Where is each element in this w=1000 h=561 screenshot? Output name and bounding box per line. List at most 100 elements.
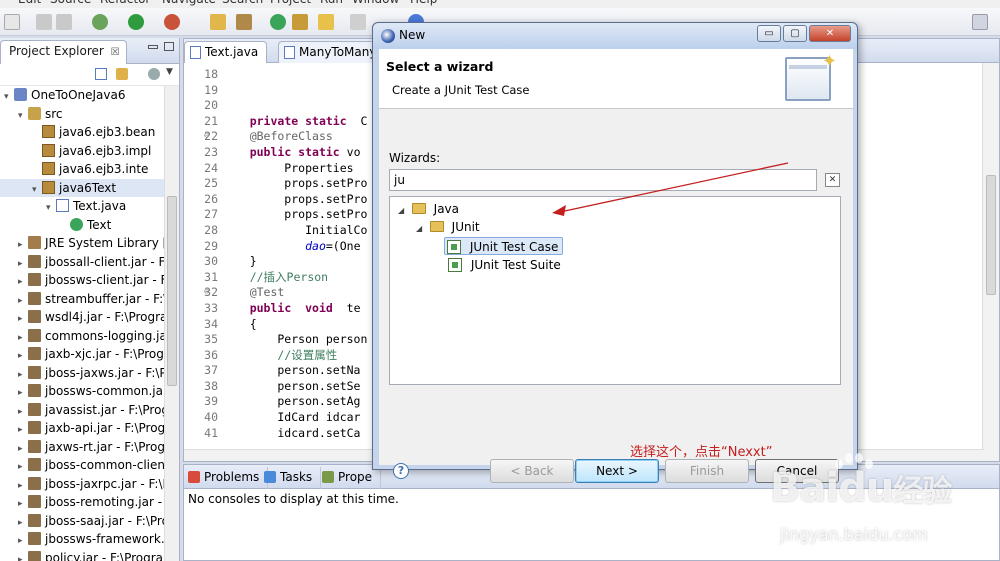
expand-twisty-icon[interactable]: ◢ xyxy=(416,220,426,238)
close-button[interactable]: ✕ xyxy=(809,25,851,42)
menu-item-navigate[interactable]: Navigate xyxy=(162,0,216,6)
maximize-view-icon[interactable] xyxy=(164,42,174,51)
jar-icon xyxy=(28,310,41,323)
minimize-button[interactable]: ▭ xyxy=(757,25,781,42)
tree-item[interactable]: ▸ jboss-jaxrpc.jar - F:\Pr xyxy=(0,475,165,494)
scrollbar-thumb[interactable] xyxy=(167,196,177,386)
tree-item[interactable]: ▾ java6Text xyxy=(0,178,165,197)
tree-item[interactable]: Text xyxy=(0,216,165,235)
tree-item[interactable]: ▸ jboss-jaxws.jar - F:\Pr xyxy=(0,364,165,383)
new-java-project-icon[interactable] xyxy=(210,14,226,30)
tree-item-label: wsdl4j.jar - F:\Prograr xyxy=(45,310,165,324)
tree-item[interactable]: ▸ policy.jar - F:\Program xyxy=(0,549,165,561)
menu-item-help[interactable]: Help xyxy=(410,0,437,6)
tree-item[interactable]: ▸ jboss-saaj.jar - F:\Pro xyxy=(0,512,165,531)
tree-item[interactable]: ▾ Text.java xyxy=(0,197,165,216)
tree-item[interactable]: java6.ejb3.inte xyxy=(0,160,165,179)
close-icon[interactable]: ☒ xyxy=(111,47,120,58)
finish-button[interactable]: Finish xyxy=(665,459,749,483)
tree-item[interactable]: ▸ javassist.jar - F:\Progr xyxy=(0,401,165,420)
help-icon[interactable]: ? xyxy=(393,463,409,479)
open-type-icon[interactable] xyxy=(292,14,308,30)
view-menu-icon[interactable] xyxy=(148,68,160,80)
menu-item-run[interactable]: Run xyxy=(320,0,343,6)
tree-item[interactable]: ▸ streambuffer.jar - F:\P xyxy=(0,290,165,309)
jar-icon xyxy=(28,365,41,379)
expand-twisty-icon[interactable]: ◢ xyxy=(398,202,408,220)
tab-project-explorer[interactable]: Project Explorer ☒ xyxy=(0,40,127,64)
wizard-tree[interactable]: ◢ Java ◢ JUnit JUnit Test Case JUnit Tes… xyxy=(389,196,841,460)
collapse-all-icon[interactable] xyxy=(95,68,107,80)
dialog-body: Select a wizard Create a JUnit Test Case… xyxy=(379,49,853,483)
tree-item-label: commons-logging.jar xyxy=(45,328,165,343)
fold-toggle-icon[interactable]: ⊖ xyxy=(204,285,209,301)
open-perspective-icon[interactable] xyxy=(972,14,988,30)
tree-item[interactable]: ▸ jboss-remoting.jar - F xyxy=(0,493,165,512)
wizard-filter-input[interactable]: ju xyxy=(389,169,817,191)
minimize-view-icon[interactable] xyxy=(148,45,158,49)
scrollbar-thumb[interactable] xyxy=(986,175,996,295)
tree-item[interactable]: ▸jbossws-framework.jar xyxy=(0,530,165,549)
tree-item[interactable]: ▸ jbossall-client.jar - F:\ xyxy=(0,253,165,272)
tree-item[interactable]: ▸ jaxws-rt.jar - F:\Progra xyxy=(0,438,165,457)
new-class-icon[interactable] xyxy=(270,14,286,30)
new-icon[interactable] xyxy=(4,14,20,30)
tree-item[interactable]: ▸ jbossws-client.jar - F:\ xyxy=(0,271,165,290)
tree-item[interactable]: ▸ commons-logging.jar xyxy=(0,327,165,346)
menu-item-refactor[interactable]: Refactor xyxy=(100,0,150,6)
tree-item[interactable]: ▸ jboss-common-client. xyxy=(0,456,165,475)
new-package-icon[interactable] xyxy=(236,14,252,30)
back-button[interactable]: < Back xyxy=(490,459,574,483)
save-icon[interactable] xyxy=(36,14,52,30)
new-wizard-banner-icon: ✦ xyxy=(785,51,837,101)
tree-item[interactable]: ▸ jaxb-xjc.jar - F:\Progra xyxy=(0,345,165,364)
tree-item[interactable]: ▸ JRE System Library [jr xyxy=(0,234,165,253)
search-icon[interactable] xyxy=(318,14,334,30)
next-button[interactable]: Next > xyxy=(575,459,659,483)
maximize-button[interactable]: ▢ xyxy=(783,25,807,42)
new-wizard-dialog: New ▭ ▢ ✕ Select a wizard Create a JUnit… xyxy=(372,22,858,483)
menu-item-edit[interactable]: Edit xyxy=(18,0,41,6)
tree-item[interactable]: java6.ejb3.impl xyxy=(0,142,165,161)
cancel-button[interactable]: Cancel xyxy=(755,459,839,483)
tree-item[interactable]: ▸ jbossws-common.jar - xyxy=(0,382,165,401)
explorer-scrollbar[interactable] xyxy=(164,86,179,561)
tree-item-junit-test-case[interactable]: JUnit Test Case xyxy=(444,237,564,255)
tab-properties[interactable]: Prope xyxy=(318,467,382,489)
jar-icon xyxy=(28,550,41,561)
menu-item-project[interactable]: Project xyxy=(270,0,311,6)
menu-item-search[interactable]: Search xyxy=(222,0,263,6)
external-tools-icon[interactable] xyxy=(164,14,180,30)
pen-icon[interactable] xyxy=(350,14,366,30)
tree-item[interactable]: ▸ jaxb-api.jar - F:\Progr xyxy=(0,419,165,438)
code-token: Person person xyxy=(222,332,368,347)
expand-twisty-icon[interactable]: ▸ xyxy=(18,551,28,561)
tab-tasks[interactable]: Tasks xyxy=(260,467,322,489)
tab-problems[interactable]: Problems xyxy=(184,467,269,489)
chevron-down-icon[interactable]: ▼ xyxy=(166,67,173,77)
run-icon[interactable] xyxy=(128,14,144,30)
tree-item-junit-test-suite[interactable]: JUnit Test Suite xyxy=(448,256,561,274)
sparkle-icon: ✦ xyxy=(821,51,837,72)
tree-item[interactable]: ▸ wsdl4j.jar - F:\Prograr xyxy=(0,308,165,327)
menu-item-source[interactable]: Source xyxy=(50,0,91,6)
tree-item-label: javassist.jar - F:\Progr xyxy=(45,402,165,417)
tree-item[interactable]: ▾ OneToOneJava6 xyxy=(0,86,165,105)
clear-filter-icon[interactable]: ✕ xyxy=(825,173,840,187)
editor-vertical-scrollbar[interactable] xyxy=(982,63,999,461)
fold-toggle-icon[interactable]: ⊖ xyxy=(204,129,209,145)
tree-item-java[interactable]: ◢ Java xyxy=(398,200,459,218)
tab-many-to-many[interactable]: ManyToMany xyxy=(278,41,386,63)
tree-item[interactable]: java6.ejb3.bean xyxy=(0,123,165,142)
link-with-editor-icon[interactable] xyxy=(116,68,128,80)
tree-item-label: OneToOneJava6 xyxy=(31,88,126,102)
save-all-icon[interactable] xyxy=(56,14,72,30)
dialog-title-bar[interactable]: New ▭ ▢ ✕ xyxy=(373,23,857,49)
menu-item-window[interactable]: Window xyxy=(352,0,399,6)
debug-icon[interactable] xyxy=(92,14,108,30)
dialog-title: New xyxy=(399,28,426,42)
tab-text-java[interactable]: Text.java xyxy=(184,41,268,63)
tree-item-junit[interactable]: ◢ JUnit xyxy=(416,218,480,236)
tree-item[interactable]: ▾ src xyxy=(0,105,165,124)
